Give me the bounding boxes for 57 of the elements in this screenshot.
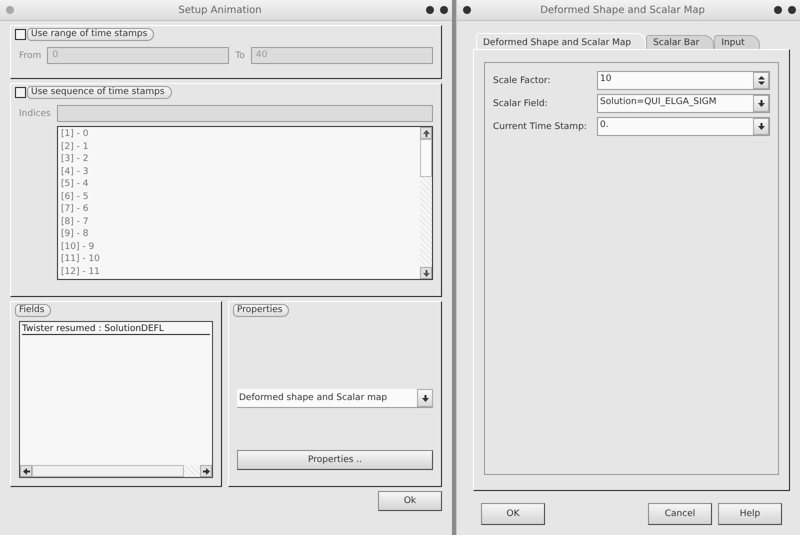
group-label: Properties (233, 304, 290, 317)
checkbox[interactable] (15, 29, 26, 40)
to-label: To (235, 50, 245, 60)
minimize-icon[interactable] (426, 6, 434, 14)
up-arrow-icon[interactable] (420, 127, 432, 139)
scroll-thumb[interactable] (420, 139, 432, 177)
list-item[interactable]: [1] - 0 (61, 128, 417, 140)
spin-box[interactable]: 10 (597, 71, 770, 90)
field-label: Scale Factor: (493, 76, 552, 86)
cancel-button[interactable]: Cancel (648, 503, 712, 525)
down-arrow-icon (756, 122, 766, 131)
window-title: Deformed Shape and Scalar Map (539, 4, 706, 16)
tab[interactable]: Deformed Shape and Scalar Map (476, 33, 646, 49)
group-label: Use range of time stamps (27, 28, 154, 41)
from-label: From (19, 50, 42, 60)
help-button[interactable]: Help (718, 503, 782, 525)
list-item[interactable]: [7] - 6 (61, 203, 417, 216)
list-item[interactable]: [8] - 7 (61, 216, 417, 228)
down-arrow-icon[interactable] (420, 267, 432, 279)
list-item[interactable]: [12] - 11 (61, 266, 417, 278)
close-icon[interactable] (440, 6, 448, 14)
minimize-icon[interactable] (774, 6, 782, 14)
list-item[interactable]: [3] - 2 (61, 153, 417, 166)
tab[interactable]: Scalar Bar (646, 35, 714, 49)
list-item[interactable]: [10] - 9 (61, 240, 417, 253)
indices-field[interactable] (56, 105, 433, 122)
dropdown[interactable]: Solution=QUI_ELGA_SIGM (597, 94, 770, 113)
down-arrow-icon (756, 99, 766, 108)
ok-button[interactable]: Ok (378, 491, 442, 511)
dropdown[interactable]: 0. (597, 117, 770, 136)
list-item[interactable]: [11] - 10 (61, 253, 417, 266)
left-arrow-icon[interactable] (20, 465, 32, 477)
group-label: Use sequence of time stamps (27, 86, 172, 99)
indices-label: Indices (19, 108, 51, 118)
list-item[interactable]: [5] - 4 (61, 178, 417, 190)
list-item[interactable]: [4] - 3 (61, 166, 417, 178)
down-arrow-icon (420, 394, 430, 402)
checkbox[interactable] (15, 87, 26, 98)
group-label: Fields (15, 304, 52, 317)
up-down-arrows-icon (756, 75, 766, 86)
close-icon[interactable] (788, 6, 796, 14)
field-label: Current Time Stamp: (493, 122, 588, 132)
list-item[interactable]: [2] - 1 (61, 140, 417, 153)
right-arrow-icon[interactable] (200, 465, 212, 477)
field-label: Scalar Field: (493, 98, 549, 108)
ok-button[interactable]: OK (481, 503, 545, 525)
scroll-thumb[interactable] (32, 465, 184, 477)
list-item[interactable]: Twister resumed : SolutionDEFL (22, 324, 210, 335)
list-item[interactable]: [9] - 8 (61, 228, 417, 240)
scrollbar[interactable] (20, 465, 212, 477)
properties-button[interactable]: Properties .. (237, 450, 433, 470)
window-menu-icon[interactable] (463, 6, 471, 14)
scrollbar[interactable] (420, 127, 432, 279)
dropdown[interactable]: Deformed shape and Scalar map (237, 389, 433, 408)
list-item[interactable]: [6] - 5 (61, 190, 417, 203)
tab[interactable]: Input (714, 35, 760, 49)
window-title: Setup Animation (177, 4, 263, 16)
